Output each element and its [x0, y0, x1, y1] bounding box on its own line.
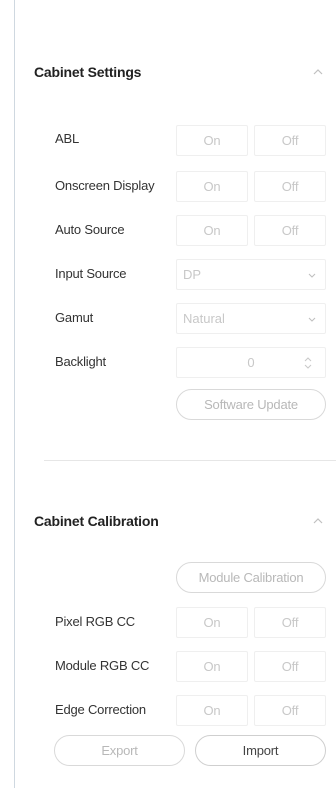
- onscreen-display-label: Onscreen Display: [55, 178, 155, 193]
- pixel-rgb-cc-label: Pixel RGB CC: [55, 614, 135, 629]
- software-update-button[interactable]: Software Update: [176, 389, 326, 420]
- gamut-label: Gamut: [55, 310, 94, 325]
- abl-off-button[interactable]: Off: [254, 125, 326, 156]
- module-calibration-button[interactable]: Module Calibration: [176, 562, 326, 593]
- pixel-rgb-cc-on-button[interactable]: On: [176, 607, 248, 638]
- cabinet-settings-title: Cabinet Settings: [34, 64, 142, 80]
- onscreen-display-off-button[interactable]: Off: [254, 171, 326, 202]
- edge-correction-label: Edge Correction: [55, 702, 146, 717]
- export-button[interactable]: Export: [54, 735, 185, 766]
- module-rgb-cc-on-button[interactable]: On: [176, 651, 248, 682]
- onscreen-display-on-button[interactable]: On: [176, 171, 248, 202]
- backlight-value: 0: [247, 355, 255, 370]
- module-rgb-cc-off-button[interactable]: Off: [254, 651, 326, 682]
- input-source-label: Input Source: [55, 266, 127, 281]
- gamut-select[interactable]: Natural: [176, 303, 326, 334]
- section-divider: [44, 460, 336, 461]
- pixel-rgb-cc-off-button[interactable]: Off: [254, 607, 326, 638]
- abl-on-button[interactable]: On: [176, 125, 248, 156]
- chevron-down-icon: [308, 273, 316, 278]
- backlight-label: Backlight: [55, 354, 106, 369]
- chevron-up-icon[interactable]: [312, 515, 324, 527]
- auto-source-on-button[interactable]: On: [176, 215, 248, 246]
- chevron-up-icon[interactable]: [312, 66, 324, 78]
- input-source-value: DP: [183, 267, 202, 282]
- module-rgb-cc-label: Module RGB CC: [55, 658, 150, 673]
- cabinet-settings-header[interactable]: Cabinet Settings: [34, 62, 336, 82]
- auto-source-label: Auto Source: [55, 222, 125, 237]
- edge-correction-off-button[interactable]: Off: [254, 695, 326, 726]
- import-button[interactable]: Import: [195, 735, 326, 766]
- stepper-arrows-icon[interactable]: [303, 354, 313, 372]
- edge-correction-on-button[interactable]: On: [176, 695, 248, 726]
- abl-label: ABL: [55, 131, 79, 146]
- auto-source-off-button[interactable]: Off: [254, 215, 326, 246]
- input-source-select[interactable]: DP: [176, 259, 326, 290]
- cabinet-calibration-title: Cabinet Calibration: [34, 513, 159, 529]
- gamut-value: Natural: [183, 311, 225, 326]
- chevron-down-icon: [308, 317, 316, 322]
- cabinet-calibration-header[interactable]: Cabinet Calibration: [34, 511, 336, 531]
- backlight-stepper[interactable]: 0: [176, 347, 326, 378]
